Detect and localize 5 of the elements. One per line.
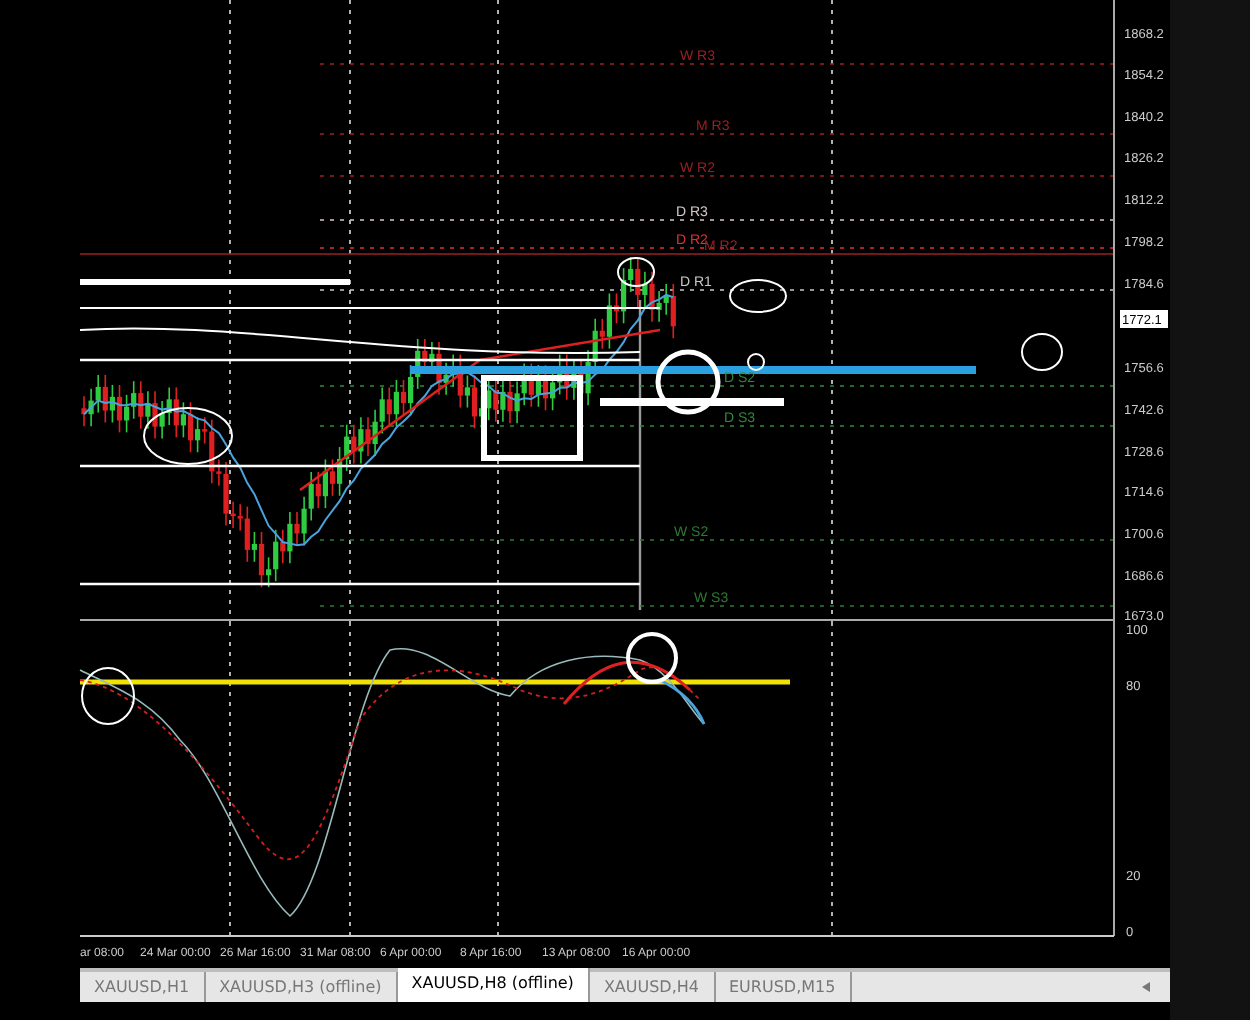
chart-tab[interactable]: XAUUSD,H8 (offline) [397,968,590,1002]
chart-tab[interactable]: EURUSD,M15 [715,972,852,1002]
chart-tab[interactable]: XAUUSD,H4 [589,972,715,1002]
scroll-left-icon[interactable] [1142,982,1150,992]
chart-tab[interactable]: XAUUSD,H1 [80,972,206,1002]
